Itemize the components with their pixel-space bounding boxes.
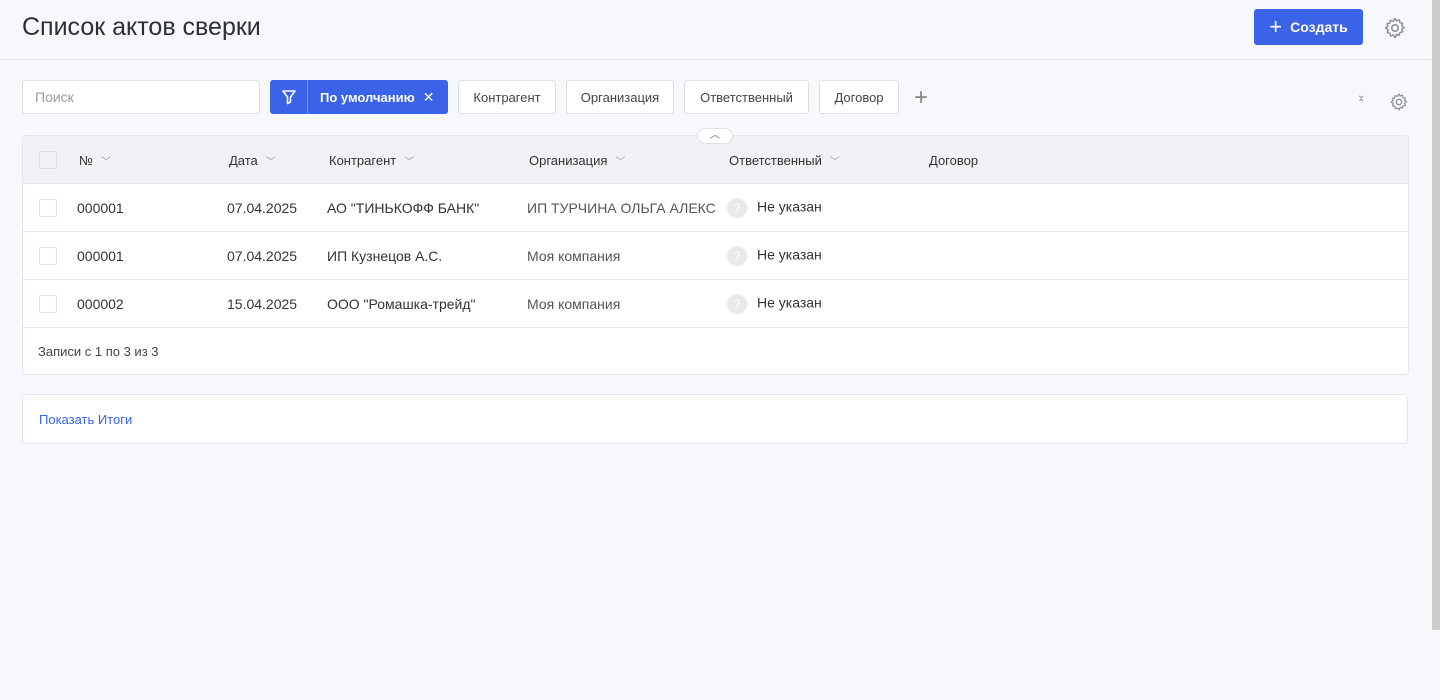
- search-input[interactable]: [22, 80, 260, 114]
- table-settings-gear-icon[interactable]: [1389, 92, 1409, 112]
- collapse-filters-icon[interactable]: ⌄ ⌃: [1357, 91, 1365, 109]
- cell-number: 000001: [77, 248, 124, 264]
- table-row[interactable]: 000001 07.04.2025 АО "ТИНЬКОФФ БАНК" ИП …: [23, 184, 1408, 232]
- cell-number: 000002: [77, 296, 124, 312]
- chevron-down-icon: ﹀: [404, 157, 415, 168]
- reconciliation-table: № ﹀ Дата ﹀ Контрагент ﹀ Организация ﹀ Ответс…: [22, 135, 1409, 375]
- question-avatar-icon: ?: [727, 294, 747, 314]
- chevron-down-icon: ﹀: [615, 157, 626, 168]
- cell-date: 07.04.2025: [227, 200, 298, 216]
- column-label: Дата: [229, 153, 258, 168]
- responsible-name: Не указан: [757, 246, 822, 263]
- table-row[interactable]: 000002 15.04.2025 ООО "Ромашка-трейд" Мо…: [23, 280, 1408, 328]
- cell-responsible: ? Не указан: [727, 246, 822, 266]
- question-avatar-icon: ?: [727, 246, 747, 266]
- column-label: Организация: [529, 153, 608, 168]
- column-responsible[interactable]: Ответственный ﹀: [729, 153, 840, 168]
- select-all-checkbox[interactable]: [39, 151, 57, 169]
- cell-counterparty: АО "ТИНЬКОФФ БАНК": [327, 200, 480, 216]
- page-header: Список актов сверки + Создать: [0, 0, 1440, 60]
- preset-label: По умолчанию: [320, 89, 415, 105]
- page-scrollbar[interactable]: [1432, 0, 1440, 630]
- clear-preset-icon[interactable]: ✕: [423, 89, 435, 106]
- column-label: Договор: [929, 153, 979, 168]
- cell-counterparty: ООО "Ромашка-трейд": [327, 296, 476, 312]
- column-counterparty[interactable]: Контрагент ﹀: [329, 153, 414, 168]
- filter-chip-responsible[interactable]: Ответственный: [684, 80, 809, 114]
- cell-organization: Моя компания: [527, 248, 621, 264]
- table-row[interactable]: 000001 07.04.2025 ИП Кузнецов А.С. Моя к…: [23, 232, 1408, 280]
- responsible-name: Не указан: [757, 294, 822, 311]
- filter-chip-contract[interactable]: Договор: [819, 80, 899, 114]
- cell-responsible: ? Не указан: [727, 294, 822, 314]
- collapse-toggle-chevron-up-icon[interactable]: ︿: [697, 128, 733, 144]
- cell-organization: Моя компания: [527, 296, 621, 312]
- page-title: Список актов сверки: [22, 13, 261, 41]
- column-contract[interactable]: Договор: [929, 153, 978, 168]
- column-organization[interactable]: Организация ﹀: [529, 153, 625, 168]
- column-date[interactable]: Дата ﹀: [229, 153, 276, 168]
- chevron-down-icon: ﹀: [829, 157, 840, 168]
- chevron-down-icon: ﹀: [265, 157, 276, 168]
- cell-date: 07.04.2025: [227, 248, 298, 264]
- row-checkbox[interactable]: [39, 199, 57, 217]
- chevron-down-icon: ﹀: [100, 157, 111, 168]
- cell-organization: ИП ТУРЧИНА ОЛЬГА АЛЕКСЕ: [527, 200, 715, 216]
- add-filter-icon[interactable]: +: [914, 84, 928, 112]
- column-label: Ответственный: [729, 153, 822, 168]
- cell-counterparty: ИП Кузнецов А.С.: [327, 248, 443, 264]
- row-checkbox[interactable]: [39, 247, 57, 265]
- filter-icon[interactable]: [270, 80, 308, 114]
- page-settings-gear-icon[interactable]: [1383, 16, 1407, 40]
- responsible-name: Не указан: [757, 198, 822, 215]
- records-count: Записи с 1 по 3 из 3: [38, 344, 159, 359]
- cell-date: 15.04.2025: [227, 296, 298, 312]
- column-number[interactable]: № ﹀: [79, 153, 111, 168]
- cell-responsible: ? Не указан: [727, 198, 822, 218]
- show-totals-link[interactable]: Показать Итоги: [39, 412, 132, 427]
- create-label: Создать: [1290, 19, 1348, 35]
- plus-icon: +: [1269, 14, 1283, 39]
- filter-chip-organization[interactable]: Организация: [566, 80, 674, 114]
- filter-preset[interactable]: По умолчанию ✕: [270, 80, 448, 114]
- create-button[interactable]: + Создать: [1254, 9, 1363, 45]
- column-label: Контрагент: [329, 153, 397, 168]
- totals-panel: Показать Итоги: [22, 394, 1408, 444]
- column-label: №: [79, 153, 93, 168]
- row-checkbox[interactable]: [39, 295, 57, 313]
- cell-number: 000001: [77, 200, 124, 216]
- filter-chip-counterparty[interactable]: Контрагент: [458, 80, 556, 114]
- question-avatar-icon: ?: [727, 198, 747, 218]
